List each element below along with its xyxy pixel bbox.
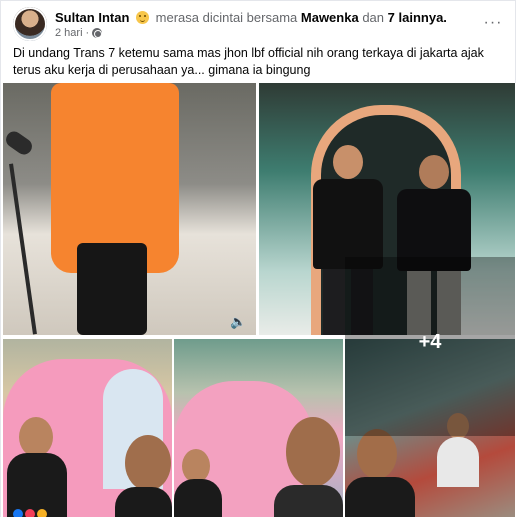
tagged-friend[interactable]: Mawenka bbox=[301, 10, 359, 25]
like-reaction-icon bbox=[13, 509, 23, 517]
author-line: Sultan Intan merasa dicintai bersama Maw… bbox=[55, 10, 447, 25]
post-header: Sultan Intan merasa dicintai bersama Maw… bbox=[13, 7, 505, 41]
photo-video-orange-jacket[interactable]: 🔈 bbox=[3, 83, 256, 335]
haha-reaction-icon bbox=[37, 509, 47, 517]
author-name[interactable]: Sultan Intan bbox=[55, 10, 129, 25]
photo-selfie-2[interactable] bbox=[174, 339, 343, 517]
speaker-icon[interactable]: 🔈 bbox=[230, 315, 246, 329]
love-reaction-icon bbox=[25, 509, 35, 517]
photo-selfie-1[interactable] bbox=[3, 339, 172, 517]
globe-icon[interactable] bbox=[92, 28, 103, 38]
facebook-post: Sultan Intan merasa dicintai bersama Maw… bbox=[0, 0, 516, 517]
microphone-icon bbox=[3, 128, 36, 158]
post-options-button[interactable]: ··· bbox=[481, 11, 505, 35]
more-photos-count[interactable]: +4 bbox=[345, 331, 515, 354]
connector-text: dan bbox=[362, 10, 385, 25]
post-timestamp[interactable]: 2 hari bbox=[55, 27, 83, 39]
reaction-icons[interactable] bbox=[13, 509, 47, 517]
post-meta: 2 hari · bbox=[55, 27, 103, 39]
author-avatar[interactable] bbox=[13, 7, 47, 41]
feeling-text: merasa dicintai bersama bbox=[155, 10, 298, 25]
feeling-emoji-icon bbox=[136, 11, 150, 24]
others-link[interactable]: 7 lainnya. bbox=[388, 10, 447, 25]
post-body-text: Di undang Trans 7 ketemu sama mas jhon l… bbox=[13, 46, 484, 77]
